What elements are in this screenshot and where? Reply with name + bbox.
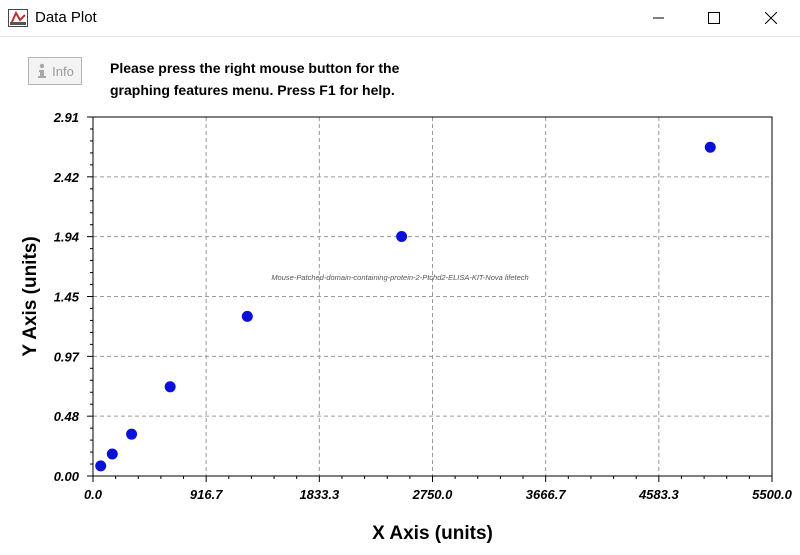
y-tick-label: 0.48 <box>54 409 80 424</box>
y-tick-label: 1.94 <box>54 230 80 245</box>
x-axis-title: X Axis (units) <box>372 523 493 544</box>
x-tick-label: 916.7 <box>190 487 223 502</box>
y-tick-label: 2.91 <box>53 110 79 125</box>
scatter-plot[interactable]: 0.0 916.7 1833.3 2750.0 3666.7 4583.3 5500.0 0.… <box>0 0 800 555</box>
y-tick-label: 1.45 <box>54 290 80 305</box>
x-tick-label: 3666.7 <box>526 487 567 502</box>
data-point[interactable] <box>126 428 138 440</box>
x-tick-label: 5500.0 <box>752 487 793 502</box>
chart-annotation: Mouse-Patched-domain-containing-protein-… <box>271 273 528 282</box>
y-tick-label: 2.42 <box>53 170 80 185</box>
data-point[interactable] <box>106 448 118 460</box>
y-tick-label: 0.97 <box>54 349 80 364</box>
y-tick-label: 0.00 <box>54 469 80 484</box>
x-tick-label: 2750.0 <box>412 487 454 502</box>
data-point[interactable] <box>396 231 408 243</box>
data-point[interactable] <box>704 141 716 153</box>
x-tick-label: 4583.3 <box>638 487 680 502</box>
y-axis-title: Y Axis (units) <box>20 236 41 356</box>
data-point[interactable] <box>95 460 107 472</box>
data-point[interactable] <box>164 381 176 393</box>
data-point[interactable] <box>241 310 253 322</box>
x-tick-label: 1833.3 <box>299 487 340 502</box>
x-tick-label: 0.0 <box>84 487 103 502</box>
